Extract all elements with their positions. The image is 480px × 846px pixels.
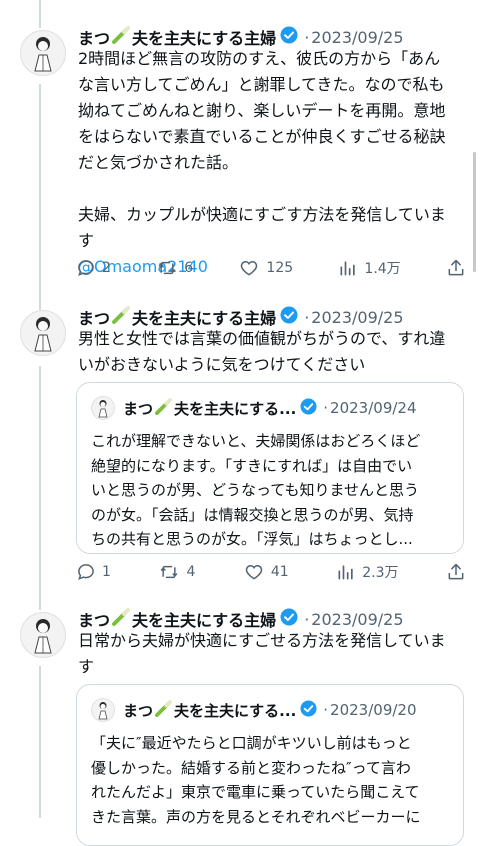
tweet-date: 2023/09/24 bbox=[330, 399, 417, 417]
separator-dot: · bbox=[304, 609, 310, 629]
like-button[interactable]: 125 bbox=[238, 258, 293, 278]
tweet-line bbox=[78, 176, 466, 202]
verified-badge-icon bbox=[280, 608, 298, 630]
retweet-count: 6 bbox=[184, 260, 194, 276]
tweet-line: 2時間ほど無言の攻防のすえ、彼氏の方から「あん bbox=[78, 49, 441, 68]
tweet[interactable]: まつ 夫を主夫にする主婦 · 2023/09/25 日常から夫婦が快適にすごせる… bbox=[0, 606, 480, 846]
retweet-button[interactable]: 4 bbox=[158, 562, 195, 582]
verified-badge-icon bbox=[280, 26, 298, 48]
quoted-tweet[interactable]: まつ 夫を主夫にする... · 2023/09/20 「夫に″最近やたらと口調が… bbox=[76, 684, 464, 846]
retweet-button[interactable]: 6 bbox=[156, 258, 193, 278]
verified-badge-icon bbox=[300, 397, 317, 419]
tweet-line: な言い方してごめん」と謝罪してきた。なので私も bbox=[78, 75, 445, 94]
tweet-line: す bbox=[78, 231, 95, 250]
share-button[interactable] bbox=[446, 562, 466, 582]
share-icon bbox=[448, 563, 464, 580]
tweet-line: いと思うのが男、どうなっても知りませんと思う bbox=[91, 481, 420, 499]
quoted-tweet-text: 「夫に″最近やたらと口調がキツいし前はもっと 優しかった。結婚する前と変わったね… bbox=[91, 731, 451, 829]
tweet-line: 絶望的になります。「すきにすれば」は自由でい bbox=[91, 456, 413, 475]
view-count: 1.4万 bbox=[364, 261, 401, 277]
display-name-suffix: 夫を主夫にする... bbox=[174, 701, 297, 720]
views-button[interactable]: 2.3万 bbox=[336, 562, 398, 582]
tweet-line: 男性と女性では言葉の価値観がちがうので、すれ違 bbox=[78, 329, 446, 348]
tweet-actions: 1 4 41 2.3万 bbox=[76, 560, 466, 584]
tweet-date[interactable]: 2023/09/25 bbox=[311, 308, 403, 327]
tweet-date[interactable]: 2023/09/25 bbox=[311, 610, 403, 629]
heart-icon bbox=[241, 260, 258, 276]
tweet-line: これが理解できないと、夫婦関係はおどろくほど bbox=[91, 432, 421, 450]
reply-icon bbox=[78, 564, 94, 580]
reply-icon bbox=[78, 260, 94, 276]
reply-button[interactable]: 1 bbox=[76, 562, 111, 582]
verified-badge-icon bbox=[280, 306, 298, 328]
verified-badge-icon bbox=[300, 699, 317, 721]
reply-button[interactable]: 2 bbox=[76, 258, 111, 278]
tweet-text: 2時間ほど無言の攻防のすえ、彼氏の方から「あん な言い方してごめん」と謝罪してき… bbox=[78, 46, 466, 280]
views-icon bbox=[340, 261, 356, 276]
reply-count: 1 bbox=[102, 564, 111, 580]
tweet-line: をはらないで素直でいることが仲良くすごせる秘訣 bbox=[78, 127, 446, 146]
tweet-line: 夫婦、カップルが快適にすごす方法を発信していま bbox=[78, 205, 446, 224]
share-button[interactable] bbox=[446, 258, 466, 278]
green-onion-icon bbox=[112, 26, 131, 48]
reply-count: 2 bbox=[102, 260, 111, 276]
quoted-tweet-header: まつ 夫を主夫にする... · 2023/09/20 bbox=[91, 697, 451, 723]
tweet-line: 日常から夫婦が快適にすごせる方法を発信していま bbox=[78, 631, 446, 650]
tweet-line: ちの共有と思うのが女。「浮気」はちょっとし... bbox=[91, 530, 413, 548]
avatar bbox=[91, 698, 115, 722]
like-button[interactable]: 41 bbox=[243, 562, 289, 582]
retweet-icon bbox=[161, 565, 178, 579]
tweet[interactable]: まつ 夫を主夫にする主婦 · 2023/09/25 2時間ほど無言の攻防のすえ、… bbox=[0, 24, 480, 280]
quoted-tweet[interactable]: まつ 夫を主夫にする... · 2023/09/24 これが理解できないと、夫婦… bbox=[76, 382, 464, 554]
display-name-suffix: 夫を主夫にする... bbox=[174, 399, 297, 418]
views-icon bbox=[338, 565, 353, 580]
tweet-line: す bbox=[78, 657, 95, 676]
green-onion-icon bbox=[155, 699, 173, 721]
retweet-icon bbox=[158, 261, 176, 275]
tweet-actions: 2 6 125 1.4万 bbox=[76, 256, 466, 280]
separator-dot: · bbox=[304, 307, 310, 327]
tweet-line: のが女。「会話」は情報交換と思うのが男、気持 bbox=[91, 505, 414, 524]
tweet-line: 「夫に″最近やたらと口調がキツいし前はもっと bbox=[91, 734, 412, 752]
views-button[interactable]: 1.4万 bbox=[338, 258, 401, 278]
tweet-line: いがおきないように気をつけてください bbox=[78, 355, 366, 374]
green-onion-icon bbox=[112, 608, 131, 630]
tweet-line: だと気づかされた話。 bbox=[78, 153, 239, 172]
separator-dot: · bbox=[323, 701, 329, 719]
separator-dot: · bbox=[304, 27, 310, 47]
quoted-tweet-text: これが理解できないと、夫婦関係はおどろくほど 絶望的になります。「すきにすれば」… bbox=[91, 429, 451, 552]
tweet-date[interactable]: 2023/09/25 bbox=[311, 28, 403, 47]
tweet-line: 拗ねてごめんねと謝り、楽しいデートを再開。意地 bbox=[78, 101, 446, 120]
separator-dot: · bbox=[323, 399, 329, 417]
share-icon bbox=[448, 259, 464, 276]
avatar[interactable] bbox=[20, 30, 66, 76]
green-onion-icon bbox=[112, 306, 131, 328]
tweet-text: 日常から夫婦が快適にすごせる方法を発信していま す bbox=[78, 628, 466, 680]
heart-icon bbox=[245, 564, 263, 580]
like-count: 125 bbox=[266, 260, 294, 276]
like-count: 41 bbox=[270, 564, 289, 580]
display-name: まつ bbox=[123, 399, 154, 418]
avatar bbox=[91, 396, 115, 420]
retweet-count: 4 bbox=[186, 564, 196, 580]
tweet-line: 優しかった。結婚する前と変わったね″って言わ bbox=[91, 758, 411, 777]
display-name: まつ bbox=[123, 701, 154, 720]
tweet[interactable]: まつ 夫を主夫にする主婦 · 2023/09/25 男性と女性では言葉の価値観が… bbox=[0, 304, 480, 586]
tweet-line: きた言葉。声の方を見るとそれぞれベビーカーに bbox=[91, 807, 421, 826]
avatar[interactable] bbox=[20, 310, 66, 356]
avatar[interactable] bbox=[20, 612, 66, 658]
tweet-date: 2023/09/20 bbox=[330, 701, 417, 719]
tweet-line: れたんだよ」東京で電車に乗っていたら聞こえて bbox=[91, 783, 420, 801]
tweet-text: 男性と女性では言葉の価値観がちがうので、すれ違 いがおきないように気をつけてくだ… bbox=[78, 326, 466, 378]
green-onion-icon bbox=[155, 397, 173, 419]
quoted-tweet-header: まつ 夫を主夫にする... · 2023/09/24 bbox=[91, 395, 451, 421]
view-count: 2.3万 bbox=[362, 565, 399, 581]
